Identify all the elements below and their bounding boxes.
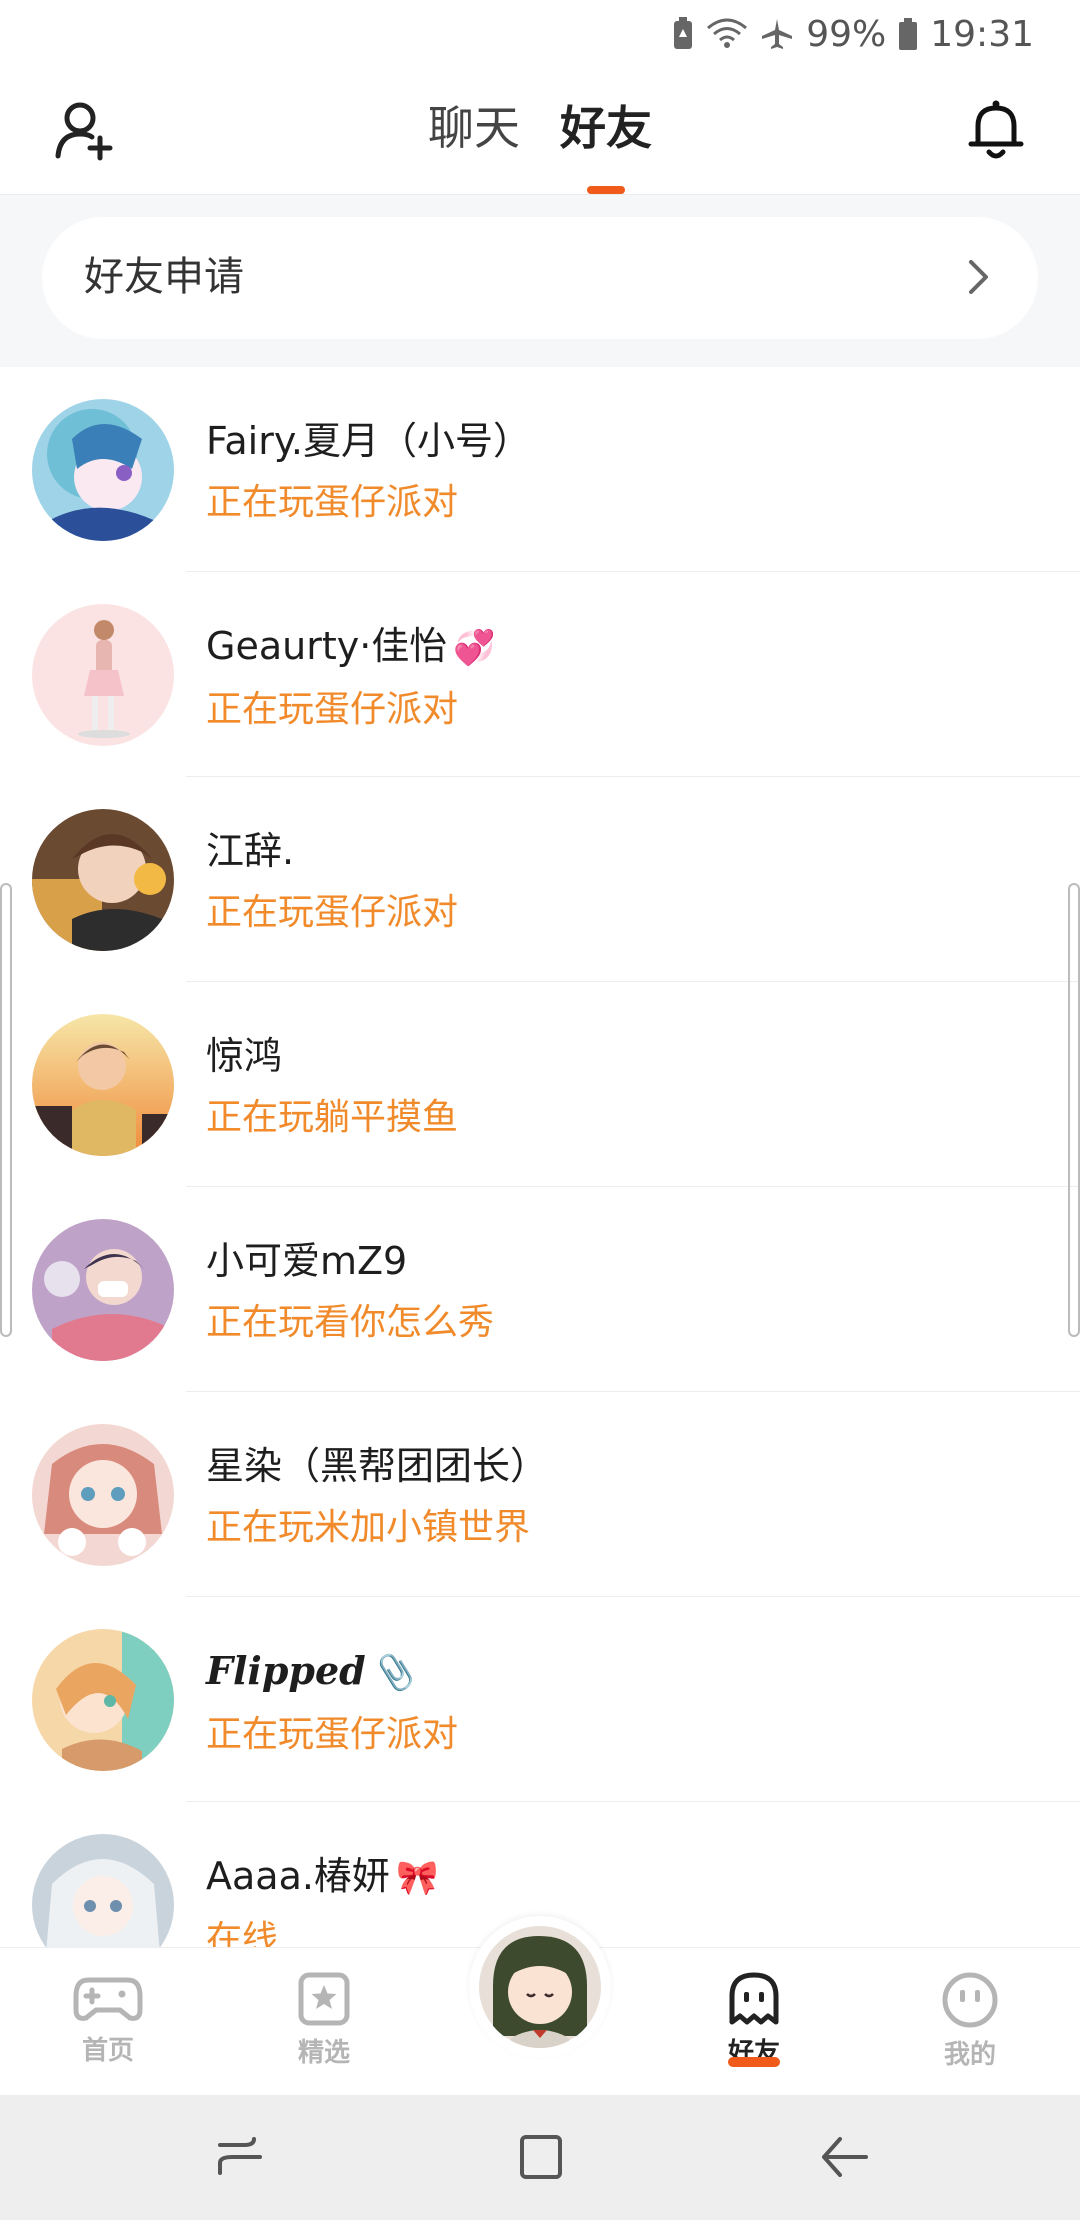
airplane-icon [762, 19, 793, 49]
tab-friends[interactable]: 好友 [560, 96, 652, 160]
nav-friends[interactable]: 好友 [694, 1970, 814, 2068]
battery-saver-icon [674, 17, 693, 49]
nav-home[interactable]: 首页 [48, 1970, 168, 2067]
friend-name: 星染（黑帮团团长） [206, 1444, 549, 1488]
friend-row[interactable]: Geaurty·佳怡 💞 正在玩蛋仔派对 [0, 572, 1080, 777]
system-navigation-bar [0, 2095, 1080, 2220]
avatar[interactable] [32, 1424, 174, 1566]
friend-status: 正在玩蛋仔派对 [206, 689, 459, 730]
status-bar: 99% 19:31 [0, 0, 1080, 66]
nav-featured[interactable]: 精选 [264, 1970, 384, 2069]
status-icons: 99% 19:31 [672, 8, 1034, 60]
friend-name: 江辞. [206, 829, 295, 873]
bottom-navigation: 首页 精选 好友 我的 [0, 1916, 1080, 2096]
friend-status: 正在玩蛋仔派对 [206, 892, 459, 933]
friend-row[interactable]: 星染（黑帮团团长） 正在玩米加小镇世界 [0, 1392, 1080, 1597]
nav-label: 我的 [943, 2040, 996, 2070]
chevron-right-icon [969, 260, 988, 294]
top-navigation: 聊天 好友 [0, 66, 1080, 195]
friend-request-label: 好友申请 [84, 254, 244, 300]
friend-row[interactable]: Fairy.夏月（小号） 正在玩蛋仔派对 [0, 367, 1080, 572]
friend-status: 正在玩蛋仔派对 [206, 482, 459, 523]
battery-percent: 99% [806, 13, 887, 55]
friend-row[interactable]: 惊鸿 正在玩躺平摸鱼 [0, 982, 1080, 1187]
friend-name: Flipped 📎 [206, 1645, 458, 1699]
friend-status: 正在玩蛋仔派对 [206, 1714, 459, 1755]
friend-request-section: 好友申请 [0, 195, 1080, 367]
tab-bar: 聊天 好友 [0, 96, 1080, 160]
active-indicator [728, 2057, 780, 2067]
nav-label: 首页 [81, 2036, 134, 2066]
nav-label: 精选 [297, 2038, 350, 2068]
scroll-indicator-left [0, 883, 12, 1337]
profile-avatar-button[interactable] [469, 1916, 611, 2058]
friend-name: Geaurty·佳怡 💞 [206, 620, 496, 674]
tab-chat[interactable]: 聊天 [428, 96, 520, 160]
friend-name: 小可爱mZ9 [206, 1239, 408, 1283]
avatar[interactable] [32, 604, 174, 746]
paperclip-emoji: 📎 [371, 1653, 415, 1693]
friend-name-text: Aaaa.椿妍 [206, 1854, 390, 1898]
star-badge-icon [298, 1972, 350, 2026]
bell-icon[interactable] [966, 98, 1026, 162]
hearts-emoji: 💞 [453, 628, 496, 668]
avatar[interactable] [32, 1014, 174, 1156]
ghost-icon [729, 1972, 779, 2025]
smiley-icon [942, 1972, 998, 2028]
battery-icon [899, 18, 918, 50]
friend-status: 正在玩看你怎么秀 [206, 1302, 495, 1343]
scrollbar[interactable] [1068, 883, 1080, 1337]
recent-apps-icon[interactable] [210, 2127, 270, 2187]
friend-name-text: Geaurty·佳怡 [206, 624, 448, 668]
avatar[interactable] [32, 399, 174, 541]
back-icon[interactable] [814, 2127, 874, 2187]
friend-row[interactable]: Flipped 📎 正在玩蛋仔派对 [0, 1597, 1080, 1802]
friend-row[interactable]: 小可爱mZ9 正在玩看你怎么秀 [0, 1187, 1080, 1392]
avatar[interactable] [32, 1834, 174, 1947]
friend-row[interactable]: 江辞. 正在玩蛋仔派对 [0, 777, 1080, 982]
clock: 19:31 [930, 13, 1034, 55]
ribbon-emoji: 🎀 [395, 1858, 439, 1898]
gamepad-icon [73, 1977, 143, 2021]
avatar[interactable] [32, 1219, 174, 1361]
friend-list: Fairy.夏月（小号） 正在玩蛋仔派对 Geaurty·佳怡 💞 正在玩蛋仔派对… [0, 367, 1080, 1947]
friend-status: 正在玩米加小镇世界 [206, 1507, 531, 1548]
avatar[interactable] [32, 1629, 174, 1771]
friend-status: 在线 [206, 1919, 279, 1947]
friend-name: Fairy.夏月（小号） [206, 419, 531, 463]
friend-name-text: Flipped [206, 1648, 366, 1693]
nav-me[interactable]: 我的 [910, 1970, 1030, 2071]
home-button-icon[interactable] [510, 2127, 570, 2187]
wifi-icon [707, 18, 748, 48]
avatar[interactable] [32, 809, 174, 951]
friend-status: 正在玩躺平摸鱼 [206, 1097, 459, 1138]
friend-request-button[interactable]: 好友申请 [42, 217, 1038, 339]
friend-name: 惊鸿 [206, 1034, 283, 1078]
friend-name: Aaaa.椿妍 🎀 [206, 1850, 438, 1904]
